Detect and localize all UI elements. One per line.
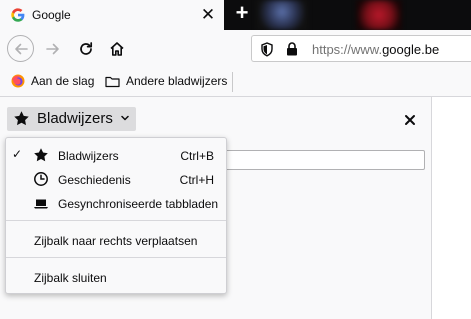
menu-separator xyxy=(6,257,226,258)
blurred-tab-thumbnail[interactable] xyxy=(356,0,402,30)
sidebar-switcher-menu: ✓ Bladwijzers Ctrl+B Geschiedenis Ctrl+H… xyxy=(5,137,227,294)
bookmark-andere-bladwijzers[interactable]: Andere bladwijzers xyxy=(105,74,227,88)
back-button[interactable] xyxy=(7,35,34,62)
reload-icon xyxy=(80,42,93,55)
star-icon xyxy=(13,110,30,130)
reload-button[interactable] xyxy=(74,37,98,61)
blurred-tab-thumbnail[interactable] xyxy=(256,0,308,30)
tab-close-icon[interactable]: ✕ xyxy=(199,6,217,24)
back-arrow-icon xyxy=(14,43,28,54)
url-bar[interactable]: https://www.google.be xyxy=(251,35,471,62)
menu-item-shortcut: Ctrl+B xyxy=(180,149,214,163)
bookmarks-separator xyxy=(232,72,233,92)
history-icon xyxy=(33,171,49,187)
bookmark-aan-de-slag[interactable]: Aan de slag xyxy=(11,74,94,88)
navigation-toolbar: https://www.google.be xyxy=(0,30,471,66)
sidebar-close-icon[interactable] xyxy=(402,112,418,128)
sidebar-switcher-button[interactable]: Bladwijzers xyxy=(7,107,136,131)
forward-arrow-icon xyxy=(46,43,59,55)
star-icon xyxy=(33,147,49,163)
bookmarks-toolbar: Aan de slag Andere bladwijzers xyxy=(0,66,471,97)
sidebar-search-input[interactable] xyxy=(200,150,425,170)
firefox-icon xyxy=(11,74,25,88)
bookmark-label: Aan de slag xyxy=(31,74,95,88)
menu-item-close-sidebar[interactable]: Zijbalk sluiten xyxy=(6,266,226,288)
tab-google[interactable]: Google ✕ xyxy=(0,0,224,30)
google-favicon-icon xyxy=(11,8,25,22)
new-tab-button[interactable]: + xyxy=(231,2,253,25)
menu-separator xyxy=(6,220,226,221)
menu-item-shortcut: Ctrl+H xyxy=(179,173,214,187)
laptop-icon xyxy=(33,195,49,211)
forward-button[interactable] xyxy=(41,37,65,61)
sidebar-switcher-label: Bladwijzers xyxy=(37,110,113,127)
tab-title: Google xyxy=(32,8,71,22)
folder-icon xyxy=(105,76,120,87)
menu-item-gesynchroniseerde-tabbladen[interactable]: Gesynchroniseerde tabbladen xyxy=(6,192,226,214)
check-icon: ✓ xyxy=(12,147,23,161)
menu-item-label: Zijbalk naar rechts verplaatsen xyxy=(34,234,198,248)
lock-icon[interactable] xyxy=(285,41,299,60)
chevron-down-icon xyxy=(120,112,130,126)
url-scheme: https://www. xyxy=(312,42,383,57)
menu-item-geschiedenis[interactable]: Geschiedenis Ctrl+H xyxy=(6,168,226,190)
url-text: https://www.google.be xyxy=(312,42,439,57)
menu-item-label: Zijbalk sluiten xyxy=(34,271,107,285)
menu-item-label: Gesynchroniseerde tabbladen xyxy=(58,197,219,211)
menu-item-label: Bladwijzers xyxy=(58,149,119,163)
home-icon xyxy=(110,42,124,56)
bookmark-label: Andere bladwijzers xyxy=(126,74,228,88)
home-button[interactable] xyxy=(105,37,129,61)
menu-item-bladwijzers[interactable]: ✓ Bladwijzers Ctrl+B xyxy=(6,144,226,166)
tab-strip: Google ✕ + xyxy=(0,0,471,30)
tracking-protection-shield-icon[interactable] xyxy=(260,42,274,60)
menu-item-label: Geschiedenis xyxy=(58,173,131,187)
menu-item-move-sidebar-right[interactable]: Zijbalk naar rechts verplaatsen xyxy=(6,229,226,251)
url-host: google.be xyxy=(382,42,440,57)
